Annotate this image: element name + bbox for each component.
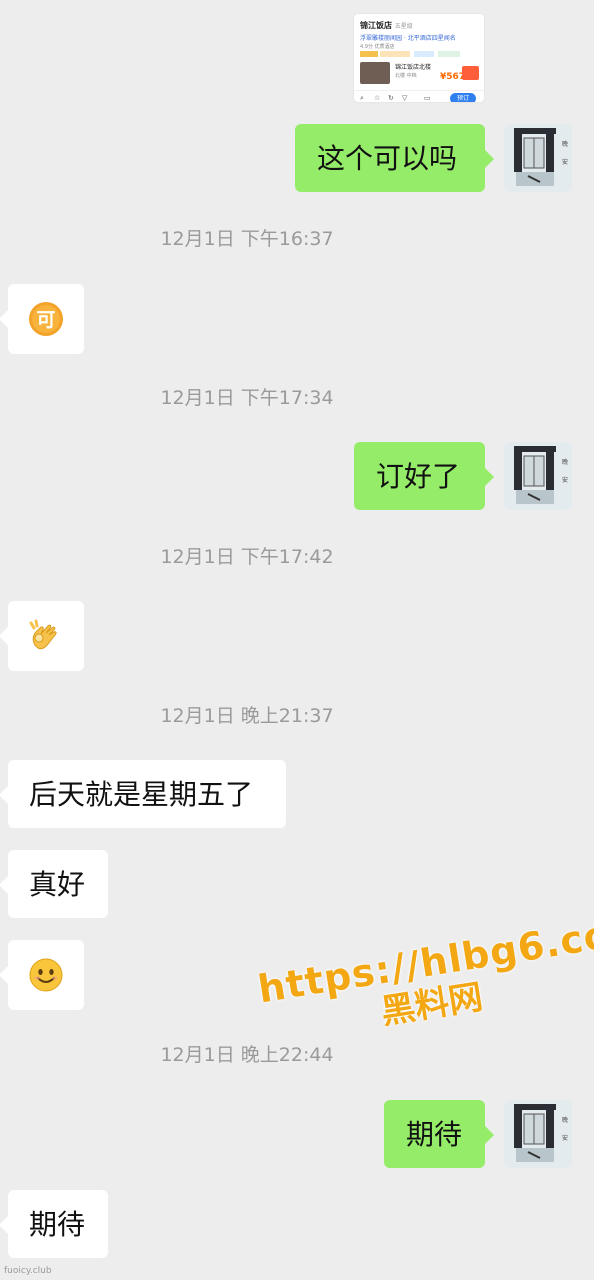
card-book-button[interactable]: 预订 bbox=[450, 93, 476, 102]
share-icon[interactable]: ↻ bbox=[388, 94, 394, 102]
hotel-sub: 北楼 中档 bbox=[395, 73, 417, 79]
smile-emoji-icon bbox=[29, 958, 63, 992]
message-bubble-incoming[interactable]: 真好 bbox=[0, 850, 108, 918]
card-tags bbox=[360, 51, 460, 57]
message-text: 期待 bbox=[29, 1208, 86, 1241]
avatar-window-image: 晚 安 bbox=[504, 442, 572, 510]
svg-text:晚: 晚 bbox=[562, 1116, 568, 1124]
message-bubble-incoming[interactable]: 期待 bbox=[0, 1190, 108, 1258]
message-bubble-incoming[interactable]: 后天就是星期五了 bbox=[0, 760, 286, 828]
avatar[interactable]: 晚 安 bbox=[504, 124, 572, 192]
hotel-thumbnail-image bbox=[360, 62, 390, 84]
message-bubble-incoming[interactable] bbox=[0, 940, 84, 1010]
svg-text:安: 安 bbox=[562, 476, 568, 484]
more-icon[interactable]: ▭ bbox=[424, 94, 431, 102]
avatar[interactable]: 晚 安 bbox=[504, 442, 572, 510]
message-bubble-incoming[interactable]: 可 bbox=[0, 284, 84, 354]
hotel-share-card[interactable]: 锦江饭店 五星级 浮翠雕楼丽闻园 · 北平酒店四星闻名 4.9分 优质酒店 锦江… bbox=[354, 14, 484, 102]
avatar-window-image: 晚 安 bbox=[504, 1100, 572, 1168]
svg-text:安: 安 bbox=[562, 1134, 568, 1142]
ok-hand-emoji-icon bbox=[29, 619, 57, 650]
svg-text:晚: 晚 bbox=[562, 458, 568, 466]
timestamp: 12月1日 晚上21:37 bbox=[160, 705, 334, 727]
svg-text:晚: 晚 bbox=[562, 140, 568, 148]
card-line: 浮翠雕楼丽闻园 · 北平酒店四星闻名 bbox=[360, 35, 456, 42]
timestamp: 12月1日 下午17:42 bbox=[160, 546, 334, 568]
card-title: 锦江饭店 五星级 bbox=[360, 21, 413, 30]
message-bubble-incoming[interactable] bbox=[0, 601, 84, 671]
message-bubble-outgoing[interactable]: 期待 bbox=[384, 1100, 494, 1168]
timestamp: 12月1日 下午16:37 bbox=[160, 228, 334, 250]
book-room-button[interactable] bbox=[462, 66, 479, 80]
message-text: 后天就是星期五了 bbox=[29, 778, 254, 811]
message-bubble-outgoing[interactable]: 订好了 bbox=[354, 442, 494, 510]
card-footer: ⌕ ☆ ↻ ▽ ▭ 预订 bbox=[354, 90, 484, 102]
watermark: https://hlbg6.com 黑料网 bbox=[255, 906, 594, 1077]
hotel-name: 锦江饭店北楼 bbox=[395, 64, 432, 71]
search-icon[interactable]: ⌕ bbox=[360, 94, 364, 102]
ke-emoji-icon: 可 bbox=[29, 302, 63, 336]
footnote: fuoicy.club bbox=[4, 1266, 52, 1276]
timestamp: 12月1日 下午17:34 bbox=[160, 387, 334, 409]
message-text: 订好了 bbox=[376, 460, 461, 493]
message-text: 期待 bbox=[406, 1118, 463, 1151]
star-icon[interactable]: ☆ bbox=[374, 94, 380, 102]
avatar-window-image: 晚 安 bbox=[504, 124, 572, 192]
message-text: 真好 bbox=[29, 868, 86, 901]
avatar[interactable]: 晚 安 bbox=[504, 1100, 572, 1168]
map-icon[interactable]: ▽ bbox=[402, 94, 407, 102]
card-rating: 4.9分 优质酒店 bbox=[360, 44, 395, 50]
svg-text:安: 安 bbox=[562, 158, 568, 166]
ke-emoji-glyph: 可 bbox=[36, 309, 55, 331]
message-text: 这个可以吗 bbox=[317, 142, 458, 175]
message-bubble-outgoing[interactable]: 这个可以吗 bbox=[295, 124, 494, 192]
